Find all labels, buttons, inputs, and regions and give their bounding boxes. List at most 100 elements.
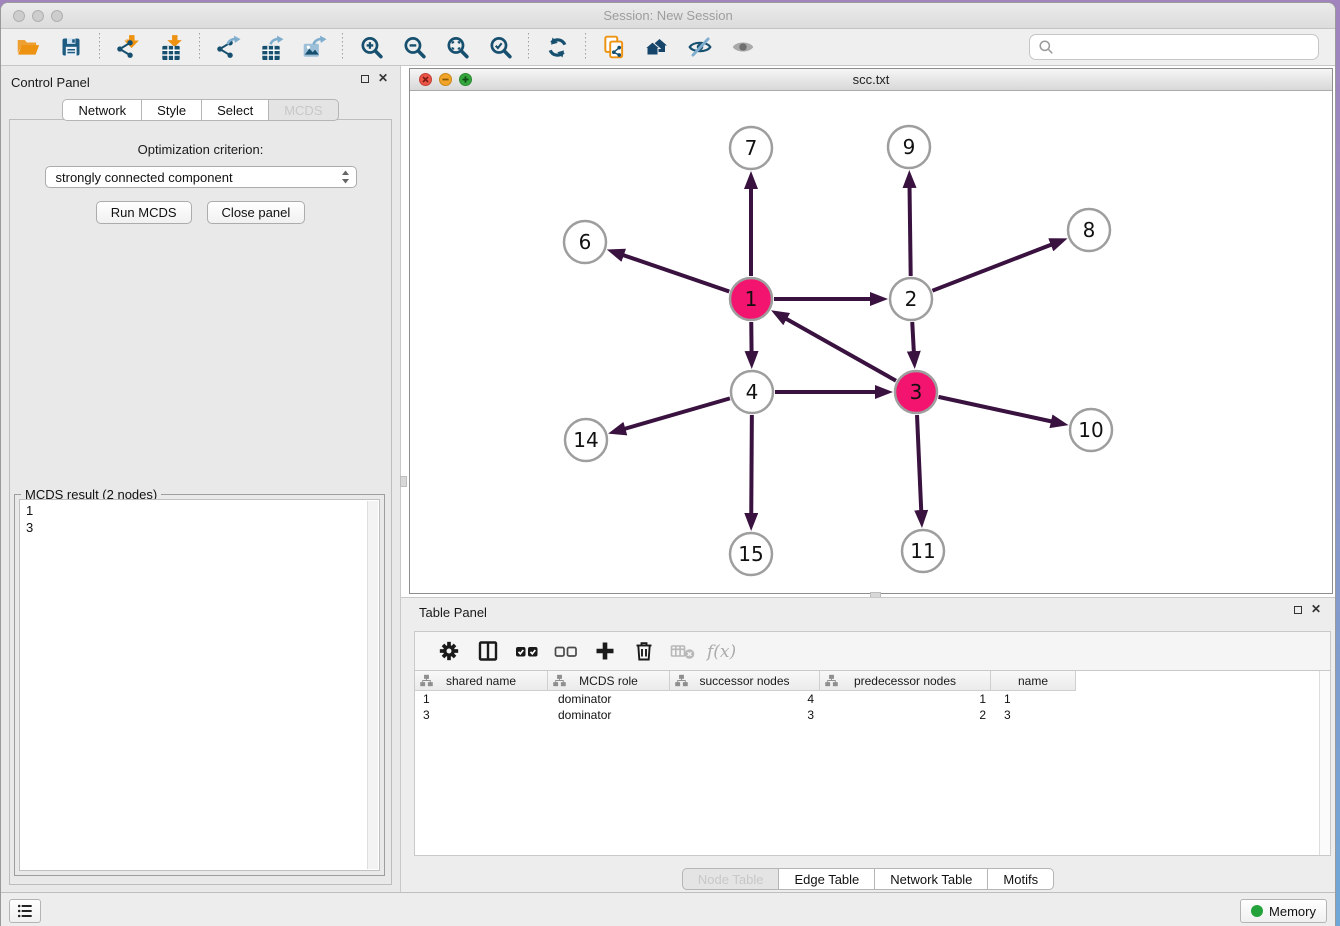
export-image-button[interactable] xyxy=(299,32,329,62)
task-history-button[interactable] xyxy=(9,899,41,923)
table-cell[interactable]: 1 xyxy=(991,691,1076,707)
tab-motifs[interactable]: Motifs xyxy=(987,868,1054,890)
column-header-successor-nodes[interactable]: successor nodes xyxy=(670,671,820,691)
graph-node-7[interactable]: 7 xyxy=(730,127,772,169)
tree-icon xyxy=(553,674,566,687)
function-builder-button: f(x) xyxy=(705,636,739,666)
float-table-panel-icon[interactable] xyxy=(1294,606,1302,614)
zoom-fit-button[interactable] xyxy=(442,32,472,62)
memory-button[interactable]: Memory xyxy=(1240,899,1327,923)
deselect-all-button[interactable] xyxy=(549,636,583,666)
table-cell[interactable]: 2 xyxy=(820,707,991,723)
table-cell[interactable]: dominator xyxy=(548,707,670,723)
save-session-icon xyxy=(59,35,83,59)
zoom-in-button[interactable] xyxy=(356,32,386,62)
graph-node-10[interactable]: 10 xyxy=(1070,409,1112,451)
control-panel-title: Control Panel xyxy=(11,75,90,90)
main-area: Control Panel ✕ NetworkStyleSelectMCDS O… xyxy=(1,66,1335,892)
show-view-button[interactable] xyxy=(728,32,758,62)
tab-style[interactable]: Style xyxy=(141,99,202,121)
table-scrollbar[interactable] xyxy=(1319,671,1330,855)
svg-text:1: 1 xyxy=(745,287,758,311)
mcds-result-list[interactable]: 13 xyxy=(19,499,380,871)
network-window-titlebar[interactable]: scc.txt xyxy=(410,69,1332,91)
clone-network-button[interactable] xyxy=(599,32,629,62)
refresh-view-button[interactable] xyxy=(542,32,572,62)
delete-column-button[interactable] xyxy=(627,636,661,666)
tab-select[interactable]: Select xyxy=(201,99,269,121)
graph-edge-3-1[interactable] xyxy=(786,319,896,381)
search-box[interactable] xyxy=(1029,34,1319,60)
result-scrollbar[interactable] xyxy=(367,501,378,869)
tab-mcds[interactable]: MCDS xyxy=(268,99,338,121)
graph-edge-1-6[interactable] xyxy=(623,255,729,292)
import-table-icon xyxy=(158,34,184,60)
graph-edge-3-10[interactable] xyxy=(938,397,1051,422)
float-panel-icon[interactable] xyxy=(361,75,369,83)
import-network-button[interactable] xyxy=(113,32,143,62)
toolbar-separator xyxy=(342,33,343,61)
svg-text:4: 4 xyxy=(746,380,759,404)
graph-node-9[interactable]: 9 xyxy=(888,126,930,168)
graph-node-14[interactable]: 14 xyxy=(565,419,607,461)
optimization-select[interactable]: strongly connected component xyxy=(45,166,357,188)
run-mcds-button[interactable]: Run MCDS xyxy=(96,201,192,224)
select-all-button[interactable] xyxy=(510,636,544,666)
graph-edge-3-11[interactable] xyxy=(917,415,921,511)
network-canvas[interactable]: 7 9 6 8 1 2 4 3 14 10 15 11 xyxy=(410,91,1332,593)
table-cell[interactable]: 3 xyxy=(415,707,548,723)
table-cell[interactable]: 1 xyxy=(415,691,548,707)
add-column-button[interactable] xyxy=(588,636,622,666)
graph-edge-2-8[interactable] xyxy=(932,244,1051,290)
table-panel-title: Table Panel xyxy=(419,605,487,620)
graph-edge-4-15[interactable] xyxy=(751,415,752,514)
close-table-panel-icon[interactable]: ✕ xyxy=(1311,604,1321,615)
tab-node-table[interactable]: Node Table xyxy=(682,868,780,890)
search-input[interactable] xyxy=(1060,40,1310,55)
app-titlebar[interactable]: Session: New Session xyxy=(1,3,1335,29)
graph-node-6[interactable]: 6 xyxy=(564,221,606,263)
column-header-name[interactable]: name xyxy=(991,671,1076,691)
tab-network-table[interactable]: Network Table xyxy=(874,868,988,890)
graph-edge-2-9[interactable] xyxy=(910,187,911,276)
table-cell[interactable]: 3 xyxy=(670,707,820,723)
zoom-selected-button[interactable] xyxy=(485,32,515,62)
gear-button[interactable] xyxy=(432,636,466,666)
splitter-grip-icon[interactable] xyxy=(400,476,407,487)
svg-text:f(x): f(x) xyxy=(705,642,736,662)
column-header-MCDS-role[interactable]: MCDS role xyxy=(548,671,670,691)
table-cell[interactable]: 1 xyxy=(820,691,991,707)
graph-node-4[interactable]: 4 xyxy=(731,371,773,413)
graph-node-1[interactable]: 1 xyxy=(730,278,772,320)
save-session-button[interactable] xyxy=(56,32,86,62)
export-table-button[interactable] xyxy=(256,32,286,62)
column-header-predecessor-nodes[interactable]: predecessor nodes xyxy=(820,671,991,691)
tab-edge-table[interactable]: Edge Table xyxy=(778,868,875,890)
graph-node-8[interactable]: 8 xyxy=(1068,209,1110,251)
close-panel-button[interactable]: Close panel xyxy=(207,201,306,224)
open-file-button[interactable] xyxy=(13,32,43,62)
window-title: Session: New Session xyxy=(1,8,1335,23)
zoom-out-button[interactable] xyxy=(399,32,429,62)
hide-view-button[interactable] xyxy=(685,32,715,62)
graph-edge-2-3[interactable] xyxy=(912,322,914,352)
graph-node-11[interactable]: 11 xyxy=(902,530,944,572)
main-toolbar xyxy=(1,29,1335,66)
close-panel-icon[interactable]: ✕ xyxy=(378,73,388,84)
graph-node-15[interactable]: 15 xyxy=(730,533,772,575)
export-network-button[interactable] xyxy=(213,32,243,62)
table-cell[interactable]: dominator xyxy=(548,691,670,707)
table-cell[interactable]: 3 xyxy=(991,707,1076,723)
graph-node-2[interactable]: 2 xyxy=(890,278,932,320)
split-view-button[interactable] xyxy=(471,636,505,666)
column-header-label: successor nodes xyxy=(699,674,789,688)
workspace: scc.txt 7968124314101511 Table Panel ✕ xyxy=(401,66,1335,892)
column-header-shared-name[interactable]: shared name xyxy=(415,671,548,691)
graph-edge-4-14[interactable] xyxy=(624,398,729,429)
graph-node-3[interactable]: 3 xyxy=(895,371,937,413)
home-button[interactable] xyxy=(642,32,672,62)
table-cell[interactable]: 4 xyxy=(670,691,820,707)
toolbar-separator xyxy=(99,33,100,61)
tab-network[interactable]: Network xyxy=(62,99,142,121)
import-table-button[interactable] xyxy=(156,32,186,62)
